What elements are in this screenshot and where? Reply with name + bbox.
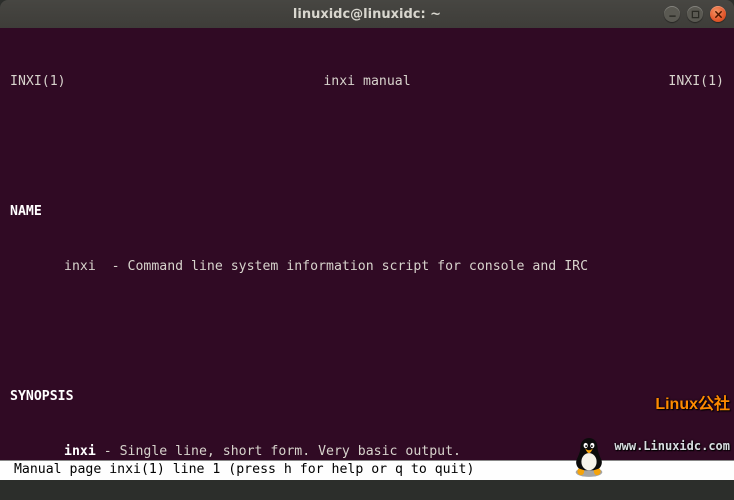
synopsis-line-1: inxi - Single line, short form. Very bas… [64,443,724,462]
blank-line [10,314,724,333]
man-header-line: INXI(1) inxi manual INXI(1) [10,73,724,92]
section-synopsis-heading: SYNOPSIS [10,388,724,407]
man-header-left: INXI(1) [10,73,66,92]
window-titlebar: linuxidc@linuxidc: ~ [0,0,734,28]
pager-statusbar[interactable]: Manual page inxi(1) line 1 (press h for … [0,460,734,480]
window-controls [664,6,726,22]
close-button[interactable] [710,6,726,22]
section-name-heading: NAME [10,203,724,222]
man-header-right: INXI(1) [668,73,724,92]
maximize-button[interactable] [687,6,703,22]
window-title: linuxidc@linuxidc: ~ [0,7,734,22]
pager-status-text: Manual page inxi(1) line 1 (press h for … [6,461,474,480]
terminal-viewport[interactable]: INXI(1) inxi manual INXI(1) NAME inxi - … [0,28,734,480]
minimize-button[interactable] [664,6,680,22]
blank-line [10,129,724,148]
man-header-center: inxi manual [323,73,410,92]
synopsis-rest-1: - Single line, short form. Very basic ou… [96,444,461,459]
name-body: inxi - Command line system information s… [64,258,724,277]
cmd-name: inxi [64,444,96,459]
